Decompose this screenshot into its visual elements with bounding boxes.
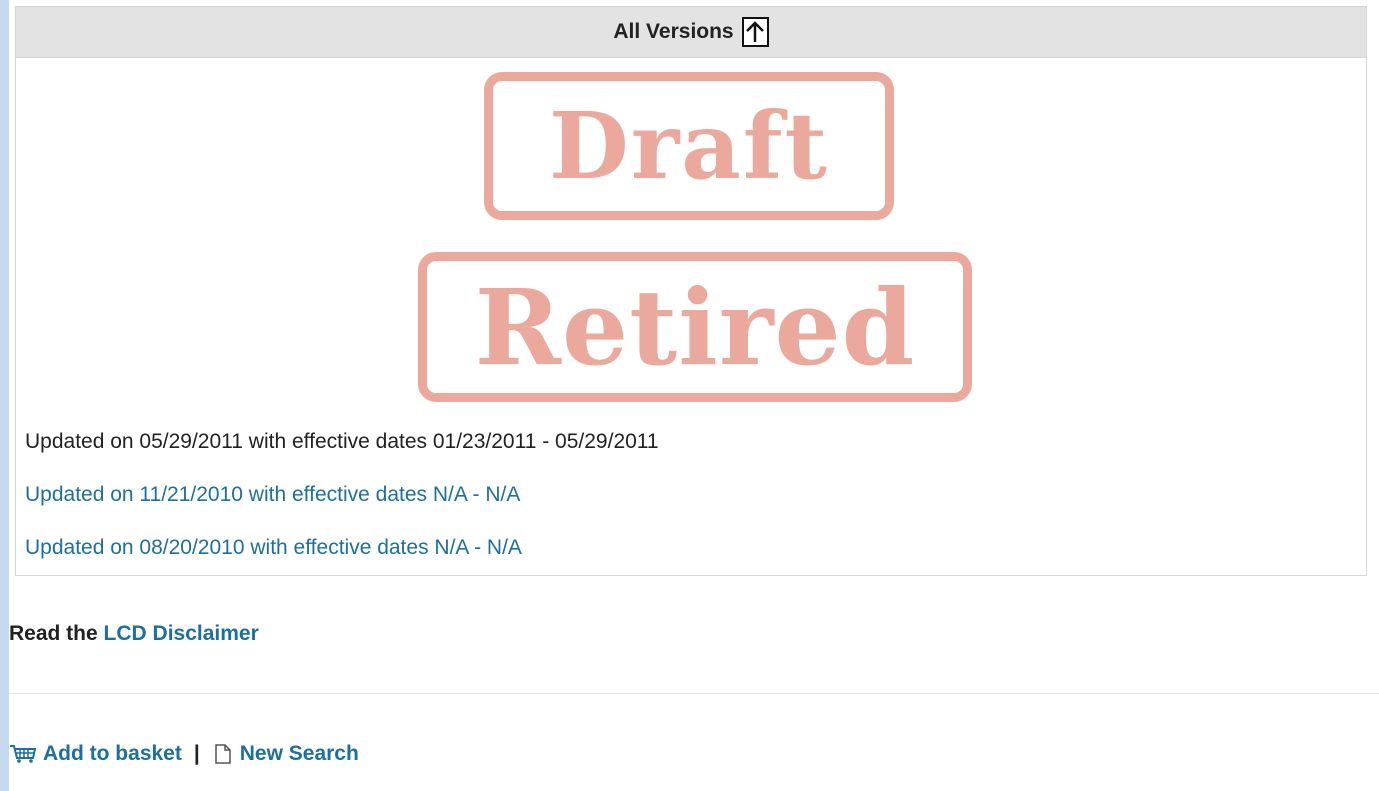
document-icon [215,744,231,764]
divider [9,693,1379,694]
add-to-basket-label: Add to basket [43,742,182,765]
draft-stamp: Draft [484,72,894,220]
page-content: All Versions Draft Retired Updated on 05… [9,0,1379,791]
actions-bar: Add to basket | New Search [9,742,359,766]
version-link[interactable]: Updated on 08/20/2010 with effective dat… [25,536,522,560]
current-version-text: Updated on 05/29/2011 with effective dat… [25,430,659,453]
lcd-disclaimer-link[interactable]: LCD Disclaimer [104,622,259,645]
back-to-top-button[interactable] [741,17,769,47]
add-to-basket-link[interactable]: Add to basket [9,742,182,766]
actions-separator: | [193,742,200,765]
all-versions-header: All Versions [16,7,1366,58]
new-search-label: New Search [239,742,359,765]
retired-stamp: Retired [418,252,972,402]
arrow-up-icon [746,21,764,42]
status-stamps: Draft Retired [16,58,1366,408]
new-search-link[interactable]: New Search [212,742,359,766]
disclaimer-line: Read the LCD Disclaimer [9,622,259,646]
basket-icon [10,745,37,763]
disclaimer-prefix: Read the [9,622,98,645]
version-link[interactable]: Updated on 11/21/2010 with effective dat… [25,483,520,507]
all-versions-panel: All Versions Draft Retired Updated on 05… [15,6,1367,576]
all-versions-title: All Versions [613,20,734,43]
